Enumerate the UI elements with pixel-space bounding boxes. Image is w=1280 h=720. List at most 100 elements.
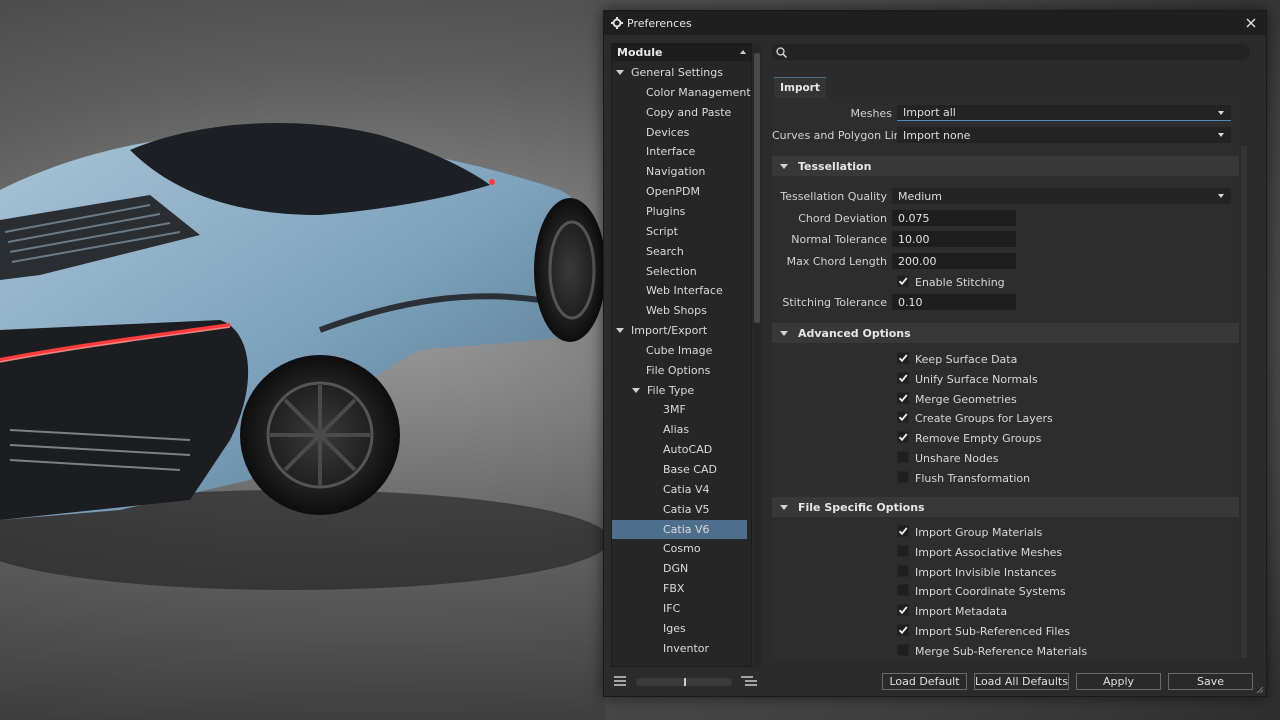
tree-item-fbx[interactable]: FBX <box>612 579 747 598</box>
chevron-down-icon <box>1218 133 1224 137</box>
resize-grip-icon[interactable] <box>1255 685 1263 693</box>
tree-item-file-options[interactable]: File Options <box>612 361 747 380</box>
enable-stitching-label: Enable Stitching <box>915 276 1005 289</box>
tree-item-web-shops[interactable]: Web Shops <box>612 301 747 320</box>
tree-item-label: Navigation <box>646 165 706 179</box>
chord-deviation-field[interactable]: 0.075 <box>892 210 1016 226</box>
checkbox[interactable] <box>897 451 909 463</box>
tree-item-ifc[interactable]: IFC <box>612 599 747 618</box>
load-all-defaults-button[interactable]: Load All Defaults <box>974 673 1069 690</box>
tree-item-label: General Settings <box>631 66 723 79</box>
tree-item-script[interactable]: Script <box>612 222 747 241</box>
tree-scrollbar-thumb[interactable] <box>754 53 760 323</box>
expand-arrow-icon[interactable] <box>616 70 624 75</box>
load-default-button[interactable]: Load Default <box>882 673 967 690</box>
slider-knob[interactable] <box>684 678 686 686</box>
checkbox[interactable] <box>897 584 909 597</box>
checkbox[interactable] <box>897 411 909 424</box>
section-advanced-options[interactable]: Advanced Options <box>772 323 1239 343</box>
content-scrollbar[interactable] <box>1241 146 1247 658</box>
meshes-dropdown[interactable]: Import all <box>897 105 1231 121</box>
tree-item-autocad[interactable]: AutoCAD <box>612 440 747 459</box>
checkbox[interactable] <box>897 604 909 617</box>
section-tessellation[interactable]: Tessellation <box>772 156 1239 176</box>
close-button[interactable] <box>1242 14 1260 32</box>
check-icon <box>898 354 908 363</box>
check-icon <box>898 394 908 402</box>
check-icon <box>898 413 908 422</box>
search-input[interactable] <box>772 44 1250 60</box>
tree-item-general-settings[interactable]: General Settings <box>612 63 747 82</box>
checkbox[interactable] <box>897 391 909 404</box>
list-view-icon[interactable] <box>614 676 626 686</box>
tree-item-alias[interactable]: Alias <box>612 420 747 439</box>
tree-item-navigation[interactable]: Navigation <box>612 162 747 181</box>
tree-item-selection[interactable]: Selection <box>612 262 747 281</box>
tree-item-label: DGN <box>663 562 689 576</box>
tree-item-label: IFC <box>663 601 681 615</box>
tree-item-label: Inventor <box>663 641 710 655</box>
section-title: File Specific Options <box>798 500 925 514</box>
tree-item-copy-and-paste[interactable]: Copy and Paste <box>612 103 747 122</box>
apply-button[interactable]: Apply <box>1076 673 1161 690</box>
checkbox[interactable] <box>897 643 909 656</box>
tab-import[interactable]: Import <box>774 77 826 98</box>
tree-item-inventor[interactable]: Inventor <box>612 639 747 658</box>
max-chord-length-field[interactable]: 200.00 <box>892 253 1016 269</box>
tree-item-label: Catia V4 <box>663 482 710 496</box>
checkbox[interactable] <box>897 470 909 483</box>
tree-item-catia-v4[interactable]: Catia V4 <box>612 480 747 499</box>
section-title: Tessellation <box>798 159 872 173</box>
module-tree: Module General Settings Color Management C… <box>611 43 752 667</box>
checkbox[interactable] <box>897 431 909 444</box>
tree-item-catia-v5[interactable]: Catia V5 <box>612 500 747 519</box>
checkbox-label: Merge Sub-Reference Materials <box>915 644 1088 658</box>
tree-item-base-cad[interactable]: Base CAD <box>612 460 747 479</box>
checkbox[interactable] <box>897 525 909 537</box>
tessellation-quality-dropdown[interactable]: Medium <box>892 188 1231 204</box>
meshes-value: Import all <box>903 106 956 119</box>
tree-item-plugins[interactable]: Plugins <box>612 202 747 221</box>
horizontal-slider[interactable] <box>636 678 732 686</box>
tree-item-web-interface[interactable]: Web Interface <box>612 281 747 300</box>
normal-tolerance-label: Normal Tolerance <box>791 233 887 246</box>
tree-view-icon[interactable] <box>741 676 757 686</box>
tree-header-label: Module <box>617 46 663 59</box>
tree-item-dgn[interactable]: DGN <box>612 559 747 578</box>
expand-arrow-icon[interactable] <box>632 387 640 393</box>
tree-item-devices[interactable]: Devices <box>612 123 747 142</box>
section-file-specific-options[interactable]: File Specific Options <box>772 497 1239 517</box>
tree-item-file-type[interactable]: File Type <box>612 381 747 400</box>
stitching-tolerance-field[interactable]: 0.10 <box>892 294 1016 310</box>
tree-item-search[interactable]: Search <box>612 242 747 261</box>
tree-scrollbar[interactable] <box>753 43 761 667</box>
check-icon <box>898 527 908 536</box>
checkbox[interactable] <box>897 564 909 577</box>
tree-item-color-management[interactable]: Color Management <box>612 83 751 102</box>
tree-item-iges[interactable]: Iges <box>612 619 747 638</box>
expand-arrow-icon[interactable] <box>616 328 624 334</box>
checkbox-label: Merge Geometries <box>915 392 1017 406</box>
tree-item-cube-image[interactable]: Cube Image <box>612 341 747 360</box>
checkbox[interactable] <box>897 624 909 636</box>
tree-item-cosmo[interactable]: Cosmo <box>612 539 747 558</box>
tree-item-interface[interactable]: Interface <box>612 142 747 161</box>
save-button[interactable]: Save <box>1168 673 1253 690</box>
section-title: Advanced Options <box>798 326 911 340</box>
tree-item-3mf[interactable]: 3MF <box>612 400 747 419</box>
title-bar[interactable]: Preferences <box>604 11 1266 35</box>
checkbox[interactable] <box>897 544 909 557</box>
tree-item-import-export[interactable]: Import/Export <box>612 321 747 340</box>
tree-header[interactable]: Module <box>612 44 751 61</box>
normal-tolerance-field[interactable]: 10.00 <box>892 231 1016 247</box>
tree-item-catia-v6[interactable]: Catia V6 <box>612 519 747 539</box>
check-icon <box>898 606 908 615</box>
checkbox-label: Import Sub-Referenced Files <box>915 625 1070 638</box>
checkbox[interactable] <box>897 352 909 364</box>
curves-dropdown[interactable]: Import none <box>897 127 1231 143</box>
checkbox[interactable] <box>897 371 909 384</box>
tree-item-label: Catia V5 <box>663 502 710 516</box>
check-icon <box>898 277 908 286</box>
enable-stitching-checkbox[interactable] <box>897 275 909 287</box>
tree-item-openpdm[interactable]: OpenPDM <box>612 182 747 201</box>
